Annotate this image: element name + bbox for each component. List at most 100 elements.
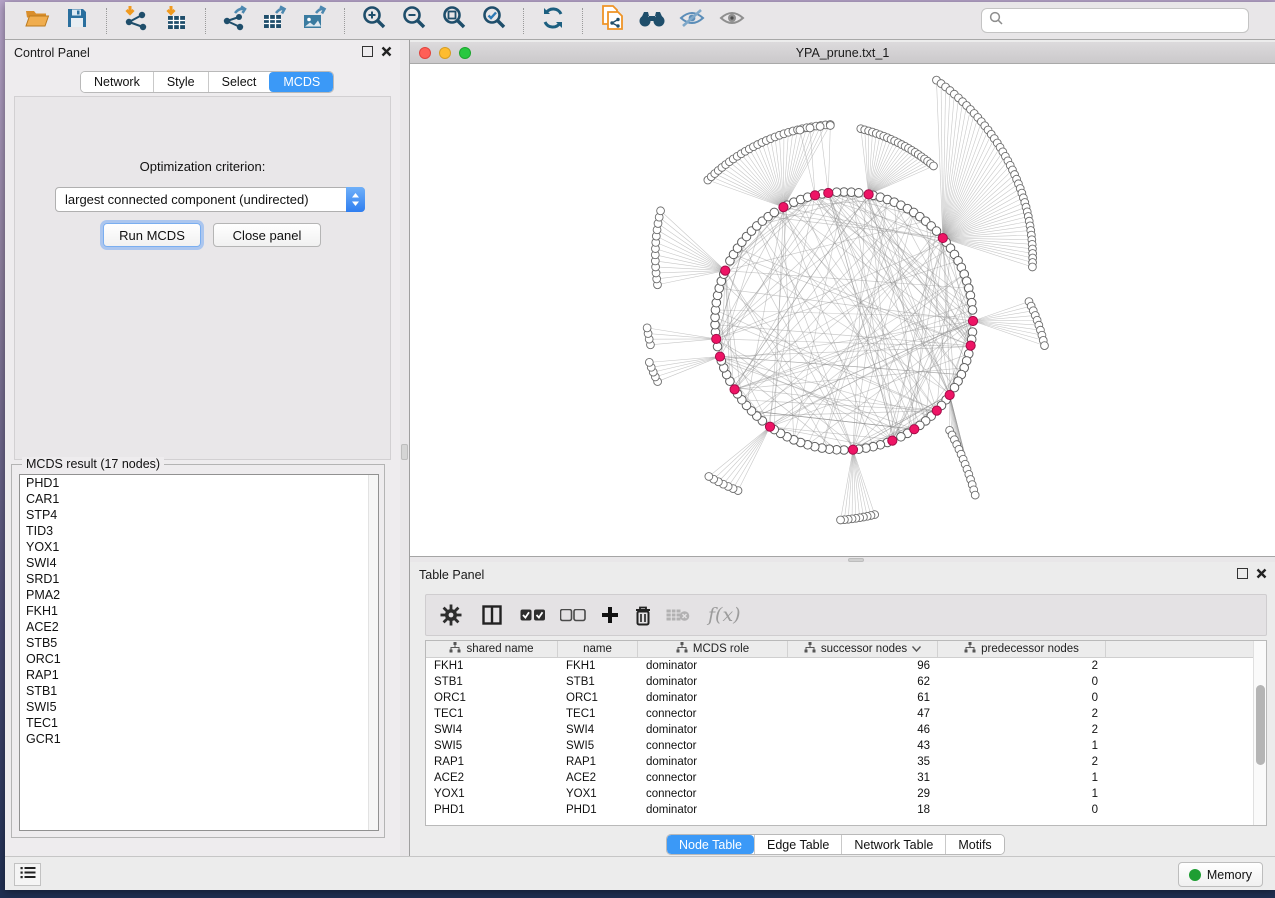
float-panel-icon[interactable] xyxy=(362,46,373,57)
network-node[interactable] xyxy=(770,208,779,217)
zoom-out-button[interactable] xyxy=(397,6,431,36)
leaf-node[interactable] xyxy=(796,126,804,134)
function-builder-button[interactable]: f(x) xyxy=(708,604,741,626)
zoom-in-button[interactable] xyxy=(357,6,391,36)
leaf-node[interactable] xyxy=(1041,342,1049,350)
mcds-node[interactable] xyxy=(810,191,819,200)
close-panel-icon[interactable] xyxy=(1256,568,1267,579)
search-field[interactable] xyxy=(981,8,1249,33)
mcds-result-item[interactable]: SWI4 xyxy=(20,555,378,571)
column-header-name[interactable]: name xyxy=(558,641,638,657)
mcds-node[interactable] xyxy=(932,406,941,415)
table-row[interactable]: TEC1TEC1connector472 xyxy=(426,706,1266,722)
column-header-MCDS-role[interactable]: MCDS role xyxy=(638,641,788,657)
run-mcds-button[interactable]: Run MCDS xyxy=(103,223,201,247)
hide-selection-button[interactable] xyxy=(675,6,709,36)
divider-grip[interactable] xyxy=(401,444,408,460)
mcds-result-item[interactable]: TEC1 xyxy=(20,715,378,731)
tab-style[interactable]: Style xyxy=(153,72,208,92)
import-table-button[interactable] xyxy=(159,6,193,36)
criterion-dropdown[interactable]: largest connected component (undirected) xyxy=(55,187,365,212)
export-network-button[interactable] xyxy=(218,6,252,36)
task-history-button[interactable] xyxy=(14,863,41,886)
split-columns-button[interactable] xyxy=(482,605,502,625)
mcds-result-item[interactable]: RAP1 xyxy=(20,667,378,683)
table-row[interactable]: RAP1RAP1dominator352 xyxy=(426,754,1266,770)
mcds-result-item[interactable]: SWI5 xyxy=(20,699,378,715)
network-node[interactable] xyxy=(832,188,841,197)
tab-mcds[interactable]: MCDS xyxy=(269,72,333,92)
zoom-fit-button[interactable] xyxy=(437,6,471,36)
close-panel-button[interactable]: Close panel xyxy=(213,223,321,247)
node-table[interactable]: shared namenameMCDS rolesuccessor nodesp… xyxy=(425,640,1267,826)
leaf-node[interactable] xyxy=(816,123,824,131)
mcds-result-item[interactable]: STP4 xyxy=(20,507,378,523)
table-row[interactable]: SWI5SWI5connector431 xyxy=(426,738,1266,754)
network-window-titlebar[interactable]: YPA_prune.txt_1 xyxy=(410,42,1275,64)
mcds-result-item[interactable]: YOX1 xyxy=(20,539,378,555)
mcds-result-item[interactable]: STB1 xyxy=(20,683,378,699)
mcds-result-item[interactable]: STB5 xyxy=(20,635,378,651)
show-selection-button[interactable] xyxy=(715,6,749,36)
table-scrollbar[interactable] xyxy=(1253,641,1266,825)
leaf-node[interactable] xyxy=(806,124,814,132)
column-header-shared-name[interactable]: shared name xyxy=(426,641,558,657)
mcds-result-item[interactable]: SRD1 xyxy=(20,571,378,587)
mcds-node[interactable] xyxy=(848,445,857,454)
mcds-result-item[interactable]: PHD1 xyxy=(20,475,378,491)
mcds-node[interactable] xyxy=(910,425,919,434)
mcds-node[interactable] xyxy=(966,341,975,350)
leaf-node[interactable] xyxy=(826,122,834,130)
table-row[interactable]: STB1STB1dominator620 xyxy=(426,674,1266,690)
delete-column-button[interactable] xyxy=(634,605,652,626)
mcds-result-item[interactable]: FKH1 xyxy=(20,603,378,619)
add-column-button[interactable] xyxy=(600,605,620,625)
float-panel-icon[interactable] xyxy=(1237,568,1248,579)
mcds-result-item[interactable]: TID3 xyxy=(20,523,378,539)
leaf-node[interactable] xyxy=(837,516,845,524)
mcds-result-item[interactable]: ACE2 xyxy=(20,619,378,635)
table-row[interactable]: ORC1ORC1dominator610 xyxy=(426,690,1266,706)
leaf-node[interactable] xyxy=(657,207,665,215)
mcds-result-item[interactable]: CAR1 xyxy=(20,491,378,507)
memory-button[interactable]: Memory xyxy=(1178,862,1263,887)
mcds-node[interactable] xyxy=(715,352,724,361)
mcds-result-list[interactable]: PHD1CAR1STP4TID3YOX1SWI4SRD1PMA2FKH1ACE2… xyxy=(19,474,379,831)
network-graph[interactable] xyxy=(410,64,1275,556)
mcds-node[interactable] xyxy=(721,266,730,275)
mcds-node[interactable] xyxy=(864,190,873,199)
save-session-button[interactable] xyxy=(60,6,94,36)
mcds-node[interactable] xyxy=(938,233,947,242)
search-input[interactable] xyxy=(1008,14,1241,28)
deselect-all-columns-button[interactable] xyxy=(560,609,586,622)
leaf-node[interactable] xyxy=(1029,263,1037,271)
table-scrollbar-thumb[interactable] xyxy=(1256,685,1265,765)
network-node[interactable] xyxy=(932,227,941,236)
export-image-button[interactable] xyxy=(298,6,332,36)
select-all-columns-button[interactable] xyxy=(520,609,546,622)
settings-gear-button[interactable] xyxy=(440,604,462,626)
network-canvas[interactable] xyxy=(410,64,1275,556)
refresh-view-button[interactable] xyxy=(536,6,570,36)
table-row[interactable]: SWI4SWI4dominator462 xyxy=(426,722,1266,738)
network-node[interactable] xyxy=(854,189,863,198)
mcds-node[interactable] xyxy=(730,385,739,394)
tab-network[interactable]: Network xyxy=(81,72,153,92)
delete-table-button[interactable] xyxy=(666,608,690,622)
leaf-node[interactable] xyxy=(645,358,653,366)
table-row[interactable]: ACE2ACE2connector311 xyxy=(426,770,1266,786)
column-header-successor-nodes[interactable]: successor nodes xyxy=(788,641,938,657)
leaf-node[interactable] xyxy=(930,162,938,170)
import-network-button[interactable] xyxy=(119,6,153,36)
mcds-node[interactable] xyxy=(968,316,977,325)
mcds-node[interactable] xyxy=(712,334,721,343)
zoom-selected-button[interactable] xyxy=(477,6,511,36)
tab-edge-table[interactable]: Edge Table xyxy=(754,835,841,854)
close-panel-icon[interactable] xyxy=(381,46,392,57)
mcds-result-item[interactable]: PMA2 xyxy=(20,587,378,603)
copy-style-button[interactable] xyxy=(595,6,629,36)
network-node[interactable] xyxy=(968,306,977,315)
network-node[interactable] xyxy=(897,432,906,441)
mcds-node[interactable] xyxy=(945,390,954,399)
open-file-button[interactable] xyxy=(20,6,54,36)
